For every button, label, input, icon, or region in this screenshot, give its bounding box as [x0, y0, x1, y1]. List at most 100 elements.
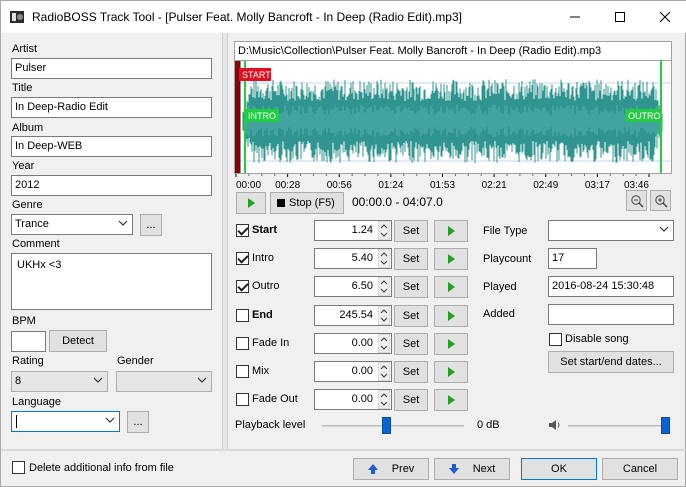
- set-dates-button[interactable]: Set start/end dates...: [548, 351, 674, 373]
- fade-out-set-button[interactable]: Set: [394, 389, 428, 411]
- rating-select[interactable]: 8: [11, 371, 108, 392]
- next-button[interactable]: Next: [434, 458, 510, 480]
- played-field[interactable]: 2016-08-24 15:30:48: [548, 276, 674, 297]
- fade-in-play-button[interactable]: [434, 333, 468, 355]
- start-play-button[interactable]: [434, 220, 468, 242]
- intro-play-button[interactable]: [434, 248, 468, 270]
- play-icon: [447, 311, 455, 321]
- gender-label: Gender: [117, 355, 154, 367]
- close-button[interactable]: [642, 1, 686, 32]
- start-checkbox[interactable]: [236, 224, 249, 237]
- volume-thumb[interactable]: [661, 417, 670, 434]
- chevron-down-icon: [659, 226, 669, 232]
- ruler-tick-label: 00:56: [327, 180, 352, 190]
- language-select[interactable]: [11, 411, 120, 432]
- outro-set-button[interactable]: Set: [394, 276, 428, 298]
- language-browse-button[interactable]: ...: [127, 411, 149, 433]
- intro-tag: INTRO: [248, 111, 276, 121]
- volume-track: [568, 425, 670, 427]
- zoom-out-button[interactable]: [626, 190, 647, 211]
- end-set-button[interactable]: Set: [394, 305, 428, 327]
- play-icon: [447, 226, 455, 236]
- end-label: End: [252, 309, 273, 321]
- cancel-button[interactable]: Cancel: [602, 458, 678, 480]
- maximize-icon: [614, 11, 625, 22]
- text-caret: [16, 415, 17, 428]
- gender-select[interactable]: [116, 371, 212, 392]
- minimize-icon: [569, 16, 580, 17]
- ruler-tick-label: 02:49: [533, 180, 558, 190]
- playback-level-slider[interactable]: [322, 417, 464, 435]
- year-label: Year: [12, 160, 35, 172]
- stop-button[interactable]: Stop (F5): [270, 192, 344, 214]
- outro-tag: OUTRO: [628, 111, 661, 121]
- delete-info-label: Delete additional info from file: [29, 462, 174, 474]
- added-label: Added: [483, 308, 515, 320]
- added-field[interactable]: [548, 304, 674, 325]
- vertical-splitter[interactable]: [222, 33, 228, 451]
- volume-slider[interactable]: [568, 417, 670, 435]
- maximize-button[interactable]: [597, 1, 642, 32]
- artist-field[interactable]: Pulser: [11, 58, 212, 79]
- year-field[interactable]: 2012: [11, 175, 212, 196]
- waveform-graph[interactable]: START INTRO OUTRO: [235, 61, 672, 174]
- title-label: Title: [12, 82, 33, 94]
- intro-set-button[interactable]: Set: [394, 248, 428, 270]
- horizontal-separator: [1, 449, 686, 451]
- spin-arrows-icon[interactable]: [378, 306, 390, 325]
- genre-select[interactable]: Trance: [11, 214, 133, 235]
- play-icon: [447, 282, 455, 292]
- spin-arrows-icon[interactable]: [378, 249, 390, 268]
- playback-level-thumb[interactable]: [382, 417, 391, 434]
- outro-label: Outro: [252, 280, 280, 292]
- played-label: Played: [483, 281, 517, 293]
- disable-song-checkbox[interactable]: [549, 333, 562, 346]
- play-icon: [447, 395, 455, 405]
- spin-arrows-icon[interactable]: [378, 334, 390, 353]
- waveform-view[interactable]: START INTRO OUTRO: [234, 61, 672, 174]
- genre-label: Genre: [12, 199, 43, 211]
- playcount-field[interactable]: 17: [548, 248, 597, 269]
- chevron-down-icon: [118, 220, 128, 226]
- file-type-select[interactable]: [548, 220, 674, 241]
- prev-button[interactable]: Prev: [353, 458, 429, 480]
- fade-in-set-button[interactable]: Set: [394, 333, 428, 355]
- title-bar[interactable]: RadioBOSS Track Tool - [Pulser Feat. Mol…: [1, 1, 686, 33]
- end-play-button[interactable]: [434, 305, 468, 327]
- outro-checkbox[interactable]: [236, 280, 249, 293]
- title-field[interactable]: In Deep-Radio Edit: [11, 97, 212, 118]
- mix-checkbox[interactable]: [236, 365, 249, 378]
- spin-arrows-icon[interactable]: [378, 221, 390, 240]
- end-checkbox[interactable]: [236, 309, 249, 322]
- comment-label: Comment: [12, 238, 60, 250]
- delete-info-checkbox[interactable]: [12, 461, 25, 474]
- ok-button[interactable]: OK: [521, 458, 597, 480]
- start-set-button[interactable]: Set: [394, 220, 428, 242]
- detect-bpm-button[interactable]: Detect: [49, 330, 107, 352]
- spin-arrows-icon[interactable]: [378, 390, 390, 409]
- file-path-bar: D:\Music\Collection\Pulser Feat. Molly B…: [234, 41, 672, 61]
- bpm-field[interactable]: [11, 331, 46, 352]
- fade-in-checkbox[interactable]: [236, 337, 249, 350]
- intro-checkbox[interactable]: [236, 252, 249, 265]
- genre-browse-button[interactable]: ...: [140, 214, 162, 236]
- play-icon: [447, 339, 455, 349]
- next-button-label: Next: [472, 463, 496, 475]
- comment-field[interactable]: UKHx <3: [11, 253, 212, 310]
- play-button[interactable]: [236, 192, 266, 214]
- minimize-button[interactable]: [552, 1, 597, 32]
- spin-arrows-icon[interactable]: [378, 362, 390, 381]
- artist-label: Artist: [12, 43, 38, 55]
- chevron-down-icon: [93, 377, 103, 383]
- mix-set-button[interactable]: Set: [394, 361, 428, 383]
- spin-arrows-icon[interactable]: [378, 277, 390, 296]
- time-ruler: 00:00 00:28 00:56 01:24 01:53 02:21 02:49 03:17…: [234, 174, 672, 190]
- zoom-in-button[interactable]: [650, 190, 671, 211]
- album-field[interactable]: In Deep-WEB: [11, 136, 212, 157]
- ruler-tick-label: 00:00: [236, 180, 261, 190]
- mix-play-button[interactable]: [434, 361, 468, 383]
- fade-out-checkbox[interactable]: [236, 393, 249, 406]
- arrow-up-icon: [367, 464, 378, 474]
- outro-play-button[interactable]: [434, 276, 468, 298]
- fade-out-play-button[interactable]: [434, 389, 468, 411]
